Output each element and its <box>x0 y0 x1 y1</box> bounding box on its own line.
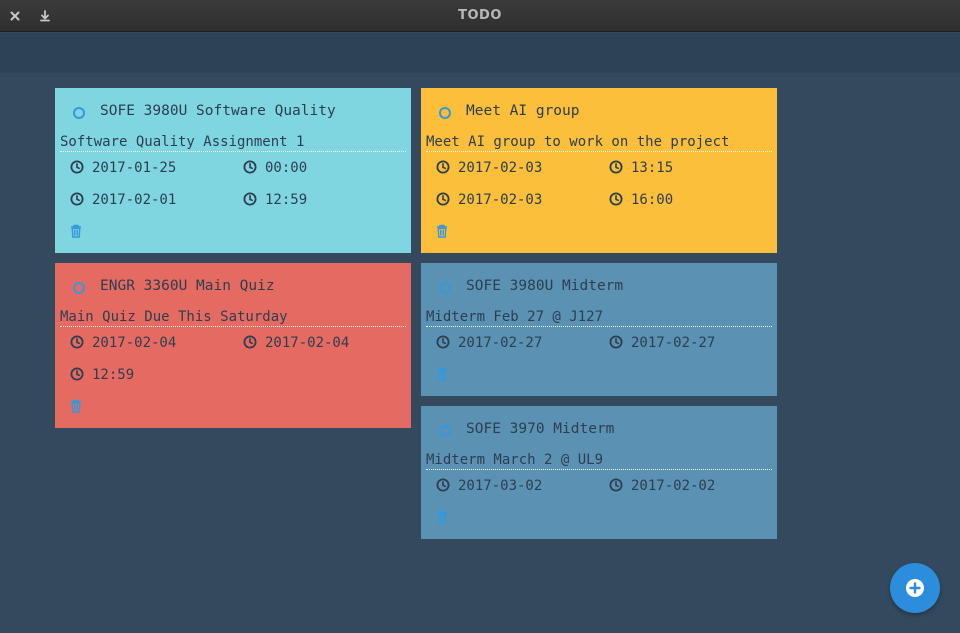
end-date: 2017-02-04 <box>265 335 350 351</box>
clock-icon <box>70 367 84 381</box>
start-date: 2017-01-25 <box>92 160 177 176</box>
time: 12:59 <box>92 367 135 383</box>
start-time: 13:15 <box>631 160 674 176</box>
end-date: 2017-02-03 <box>458 192 543 208</box>
card-description[interactable]: Midterm Feb 27 @ J127 <box>426 307 772 327</box>
end-date: 2017-02-27 <box>631 335 716 351</box>
start-time: 00:00 <box>265 160 308 176</box>
clock-icon <box>609 335 623 349</box>
complete-toggle[interactable] <box>439 425 451 437</box>
add-circle-icon <box>906 579 924 597</box>
clock-icon <box>609 160 623 174</box>
clock-icon <box>70 335 84 349</box>
complete-toggle[interactable] <box>439 282 451 294</box>
card-title[interactable]: ENGR 3360U Main Quiz <box>100 278 275 294</box>
trash-icon[interactable] <box>436 367 448 381</box>
start-date: 2017-02-04 <box>92 335 177 351</box>
complete-toggle[interactable] <box>73 107 85 119</box>
start-date: 2017-02-27 <box>458 335 543 351</box>
card-title[interactable]: SOFE 3980U Midterm <box>466 278 623 294</box>
clock-icon <box>436 335 450 349</box>
todo-card: ENGR 3360U Main Quiz Main Quiz Due This … <box>55 263 411 428</box>
clock-icon <box>70 192 84 206</box>
clock-icon <box>436 478 450 492</box>
card-description[interactable]: Software Quality Assignment 1 <box>60 132 406 152</box>
complete-toggle[interactable] <box>439 107 451 119</box>
card-description[interactable]: Meet AI group to work on the project <box>426 132 772 152</box>
todo-card: SOFE 3970 Midterm Midterm March 2 @ UL9 … <box>421 406 777 539</box>
clock-icon <box>436 160 450 174</box>
start-date: 2017-02-03 <box>458 160 543 176</box>
clock-icon <box>609 478 623 492</box>
trash-icon[interactable] <box>70 399 82 413</box>
header-bar <box>0 33 960 73</box>
clock-icon <box>243 192 257 206</box>
clock-icon <box>70 160 84 174</box>
clock-icon <box>243 335 257 349</box>
trash-icon[interactable] <box>70 224 82 238</box>
card-description[interactable]: Main Quiz Due This Saturday <box>60 307 406 327</box>
end-date: 2017-02-02 <box>631 478 716 494</box>
trash-icon[interactable] <box>436 224 448 238</box>
card-title[interactable]: Meet AI group <box>466 103 580 119</box>
todo-card: SOFE 3980U Software Quality Software Qua… <box>55 88 411 253</box>
trash-icon[interactable] <box>436 510 448 524</box>
end-time: 16:00 <box>631 192 674 208</box>
window-titlebar: TODO <box>0 0 960 32</box>
todo-card: SOFE 3980U Midterm Midterm Feb 27 @ J127… <box>421 263 777 396</box>
card-title[interactable]: SOFE 3980U Software Quality <box>100 103 336 119</box>
complete-toggle[interactable] <box>73 282 85 294</box>
end-time: 12:59 <box>265 192 308 208</box>
todo-card: Meet AI group Meet AI group to work on t… <box>421 88 777 253</box>
clock-icon <box>436 192 450 206</box>
window-title: TODO <box>458 8 502 23</box>
end-date: 2017-02-01 <box>92 192 177 208</box>
start-date: 2017-03-02 <box>458 478 543 494</box>
clock-icon <box>243 160 257 174</box>
add-todo-button[interactable] <box>890 563 940 613</box>
card-title[interactable]: SOFE 3970 Midterm <box>466 421 614 437</box>
card-description[interactable]: Midterm March 2 @ UL9 <box>426 450 772 470</box>
clock-icon <box>609 192 623 206</box>
